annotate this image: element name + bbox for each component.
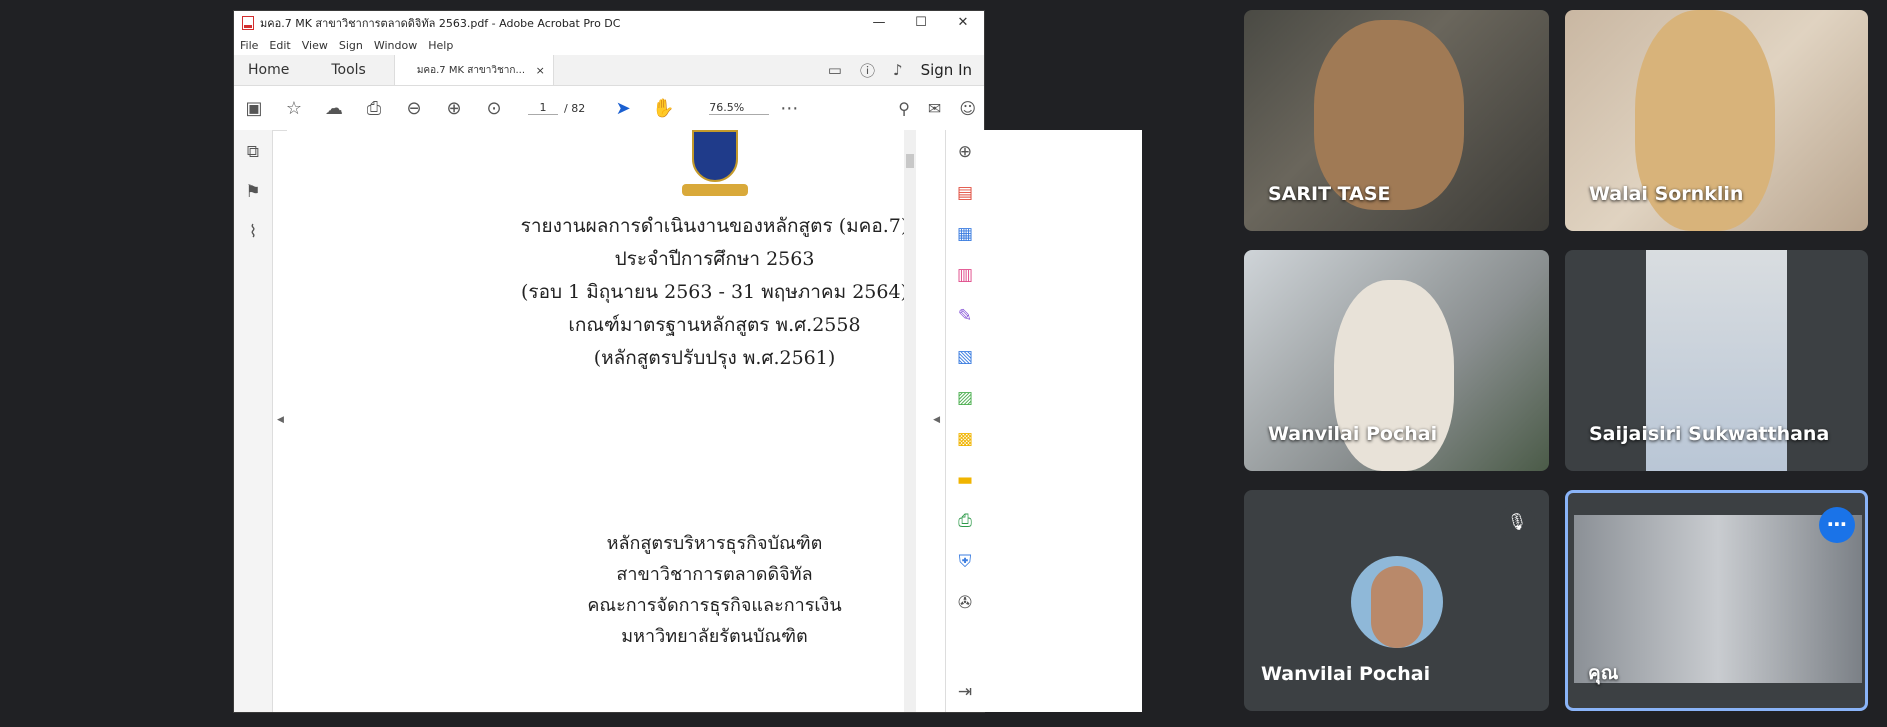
toolbar: ▣ ☆ ☁ ⎙ ⊖ ⊕ ⊙ 1 / 82 ➤ ✋ 76.5% ⋯ ⚲ ✉ ☺ <box>234 86 984 131</box>
print-icon[interactable]: ⎙ <box>354 98 394 119</box>
tab-home[interactable]: Home <box>248 62 289 78</box>
page-navigator: 1 / 82 <box>528 101 585 115</box>
close-tab-icon[interactable]: × <box>536 64 545 77</box>
page-heading-line-2: ประจำปีการศึกษา 2563 <box>614 248 815 270</box>
collapse-left-pane-icon[interactable]: ◀ <box>277 415 284 425</box>
combine-files-icon[interactable]: ▨ <box>946 388 984 417</box>
participant-video <box>1314 20 1464 210</box>
page-footer-line-1: หลักสูตรบริหารธุรกิจบัณฑิต <box>606 533 823 554</box>
tab-bar: Home Tools มคอ.7 MK สาขาวิชาก... × ▭ ⓘ ♪… <box>234 55 984 86</box>
tools-pane: ⊕ ▤ ▦ ▥ ✎ ▧ ▨ ▩ ▬ ⎙ ⛨ ✇ ⇥ <box>945 130 984 712</box>
bookmark-star-icon[interactable]: ☆ <box>274 98 314 119</box>
menu-view[interactable]: View <box>302 39 328 52</box>
acrobat-window: มคอ.7 MK สาขาวิชาการตลาดดิจิทัล 2563.pdf… <box>233 10 1142 713</box>
protect-icon[interactable]: ⛨ <box>946 552 984 581</box>
menu-help[interactable]: Help <box>428 39 453 52</box>
document-tab-label: มคอ.7 MK สาขาวิชาก... <box>416 64 525 76</box>
participant-tile-2[interactable]: Walai Sornklin <box>1565 10 1868 231</box>
participant-name: คุณ <box>1588 662 1619 684</box>
window-controls: — ☐ ✕ <box>858 11 984 35</box>
comment-icon[interactable]: ▭ <box>828 61 842 79</box>
participant-tile-self[interactable]: ⋯ คุณ <box>1565 490 1868 711</box>
send-for-review-icon[interactable]: ▩ <box>946 429 984 458</box>
collapse-tools-icon[interactable]: ⇥ <box>946 682 984 711</box>
menu-file[interactable]: File <box>240 39 258 52</box>
vertical-scrollbar[interactable] <box>904 130 916 712</box>
participant-name: Walai Sornklin <box>1589 183 1744 205</box>
toolbar-right: ⚲ ✉ ☺ <box>898 86 976 130</box>
page-view[interactable]: รายงานผลการดำเนินงานของหลักสูตร (มคอ.7) … <box>287 130 1142 712</box>
page-number-input[interactable]: 1 <box>528 101 558 115</box>
title-bar: มคอ.7 MK สาขาวิชาการตลาดดิจิทัล 2563.pdf… <box>234 11 984 35</box>
page-footer-line-3: คณะการจัดการธุรกิจและการเงิน <box>587 595 842 616</box>
email-icon[interactable]: ✉ <box>928 99 941 118</box>
navigation-pane: ⧉ ⚑ ⌇ <box>234 130 273 712</box>
avatar-photo <box>1371 566 1423 648</box>
create-pdf-icon[interactable]: ▤ <box>946 183 984 212</box>
page-heading-line-4: เกณฑ์มาตรฐานหลักสูตร พ.ศ.2558 <box>568 314 861 336</box>
fill-sign-icon[interactable]: ✎ <box>946 306 984 335</box>
menu-edit[interactable]: Edit <box>269 39 290 52</box>
page-heading-line-1: รายงานผลการดำเนินงานของหลักสูตร (มคอ.7) <box>520 215 909 237</box>
document-body: ⧉ ⚑ ⌇ ◀ รายงานผลการดำเนินงานของหลักสูตร … <box>234 130 1142 712</box>
participant-tile-4[interactable]: Saijaisiri Sukwatthana <box>1565 250 1868 471</box>
close-button[interactable]: ✕ <box>942 11 984 35</box>
organize-pages-icon[interactable]: ▧ <box>946 347 984 376</box>
previous-page-icon[interactable]: ⊕ <box>434 98 474 119</box>
pdf-file-icon <box>242 16 254 30</box>
save-icon[interactable]: ▣ <box>234 98 274 119</box>
university-crest <box>680 130 750 198</box>
tab-document[interactable]: มคอ.7 MK สาขาวิชาก... × <box>393 55 554 85</box>
next-page-icon[interactable]: ⊙ <box>474 98 514 119</box>
print-production-icon[interactable]: ⎙ <box>946 511 984 540</box>
attachments-icon[interactable]: ⌇ <box>234 222 272 250</box>
page-total: / 82 <box>564 101 586 115</box>
participant-name: SARIT TASE <box>1268 183 1391 205</box>
zoom-in-icon[interactable]: ⊕ <box>946 142 984 171</box>
participant-tile-1[interactable]: SARIT TASE <box>1244 10 1549 231</box>
bookmarks-icon[interactable]: ⚑ <box>234 182 272 210</box>
zoom-out-icon[interactable]: ⊖ <box>394 98 434 119</box>
crest-ribbon <box>681 184 748 196</box>
menu-bar: File Edit View Sign Window Help <box>234 35 984 55</box>
edit-pdf-icon[interactable]: ▥ <box>946 265 984 294</box>
zoom-level-select[interactable]: 76.5% <box>709 101 770 115</box>
more-options-icon[interactable]: ⋯ <box>1819 507 1855 543</box>
participant-tile-3[interactable]: Wanvilai Pochai <box>1244 250 1549 471</box>
tab-tools[interactable]: Tools <box>331 62 366 78</box>
collapse-right-pane-icon[interactable]: ◀ <box>933 415 940 425</box>
share-link-icon[interactable]: ⚲ <box>898 99 910 118</box>
more-tools-icon[interactable]: ⋯ <box>769 98 809 119</box>
tab-bar-actions: ▭ ⓘ ♪ Sign In <box>828 55 972 85</box>
page-heading-line-5: (หลักสูตรปรับปรุง พ.ศ.2561) <box>593 347 836 369</box>
sign-in-button[interactable]: Sign In <box>921 61 972 79</box>
notification-bell-icon[interactable]: ♪ <box>893 61 903 79</box>
page-footer-line-2: สาขาวิชาการตลาดดิจิทัล <box>616 564 813 585</box>
page-footer-line-4: มหาวิทยาลัยรัตนบัณฑิต <box>621 626 808 647</box>
microphone-muted-icon: 🎙 <box>1499 504 1535 540</box>
scrollbar-thumb[interactable] <box>906 154 914 168</box>
page-thumbnails-icon[interactable]: ⧉ <box>234 142 272 170</box>
page-heading-line-3: (รอบ 1 มิถุนายน 2563 - 31 พฤษภาคม 2564) <box>521 281 908 303</box>
participant-name: Saijaisiri Sukwatthana <box>1589 423 1830 445</box>
menu-sign[interactable]: Sign <box>339 39 363 52</box>
window-title: มคอ.7 MK สาขาวิชาการตลาดดิจิทัล 2563.pdf… <box>260 17 621 30</box>
participant-tile-5[interactable]: 🎙 Wanvilai Pochai <box>1244 490 1549 711</box>
avatar <box>1351 556 1443 648</box>
more-tools-wrench-icon[interactable]: ✇ <box>946 593 984 622</box>
pdf-page: รายงานผลการดำเนินงานของหลักสูตร (มคอ.7) … <box>287 130 1142 712</box>
menu-window[interactable]: Window <box>374 39 417 52</box>
maximize-button[interactable]: ☐ <box>900 11 942 35</box>
export-pdf-icon[interactable]: ▦ <box>946 224 984 253</box>
upload-cloud-icon[interactable]: ☁ <box>314 98 354 119</box>
crest-shield <box>691 130 738 182</box>
hand-tool-icon[interactable]: ✋ <box>643 98 683 119</box>
comment-tool-icon[interactable]: ▬ <box>946 470 984 499</box>
add-user-icon[interactable]: ☺ <box>959 99 976 118</box>
help-icon[interactable]: ⓘ <box>860 60 875 81</box>
participant-name: Wanvilai Pochai <box>1261 663 1431 685</box>
minimize-button[interactable]: — <box>858 11 900 35</box>
select-tool-icon[interactable]: ➤ <box>603 98 643 119</box>
participant-name: Wanvilai Pochai <box>1268 423 1438 445</box>
